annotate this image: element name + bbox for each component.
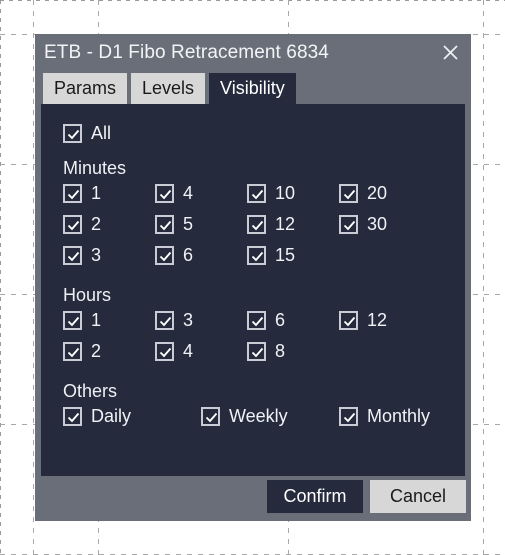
checkbox-box-icon: [247, 246, 266, 265]
checkbox-minute-15[interactable]: 15: [247, 245, 295, 266]
checkbox-label: 4: [183, 183, 194, 203]
checkbox-label: 12: [275, 214, 296, 234]
checkbox-label: 8: [275, 341, 286, 361]
checkbox-label: 5: [183, 214, 194, 234]
checkbox-box-icon: [247, 342, 266, 361]
checkbox-hour-2[interactable]: 2: [63, 341, 101, 362]
checkbox-minute-30[interactable]: 30: [339, 214, 387, 235]
checkbox-label: 6: [183, 245, 194, 265]
checkbox-minute-4[interactable]: 4: [155, 183, 193, 204]
checkbox-label: Weekly: [229, 406, 288, 426]
fibo-retracement-dialog: ETB - D1 Fibo Retracement 6834 Params Le…: [35, 34, 471, 521]
checkbox-box-icon: [155, 184, 174, 203]
minutes-checkbox-grid: 1 2 3 4 5 6 10 12 15 20 30: [63, 183, 465, 276]
checkbox-box-icon: [63, 311, 82, 330]
checkbox-label: 3: [183, 310, 194, 330]
checkbox-hour-4[interactable]: 4: [155, 341, 193, 362]
checkbox-monthly[interactable]: Monthly: [339, 406, 430, 427]
checkbox-minute-12[interactable]: 12: [247, 214, 295, 235]
checkbox-box-icon: [63, 124, 82, 143]
checkbox-label: 1: [91, 183, 102, 203]
checkbox-box-icon: [63, 407, 82, 426]
checkbox-label: 6: [275, 310, 286, 330]
checkbox-box-icon: [201, 407, 220, 426]
checkbox-box-icon: [247, 311, 266, 330]
checkbox-hour-12[interactable]: 12: [339, 310, 387, 331]
all-row: All: [63, 118, 465, 149]
section-label-hours: Hours: [63, 285, 112, 305]
checkbox-label: Monthly: [367, 406, 431, 426]
checkbox-minute-20[interactable]: 20: [339, 183, 387, 204]
checkbox-box-icon: [155, 215, 174, 234]
checkbox-box-icon: [155, 311, 174, 330]
checkbox-label: 4: [183, 341, 194, 361]
checkbox-minute-1[interactable]: 1: [63, 183, 101, 204]
dialog-title: ETB - D1 Fibo Retracement 6834: [44, 41, 329, 63]
checkbox-box-icon: [155, 342, 174, 361]
checkbox-label: 15: [275, 245, 296, 265]
visibility-panel: All Minutes 1 2 3 4 5 6 10 12 15 20 30 H…: [41, 104, 465, 476]
checkbox-all[interactable]: All: [63, 123, 111, 144]
checkbox-daily[interactable]: Daily: [63, 406, 131, 427]
checkbox-box-icon: [247, 215, 266, 234]
checkbox-hour-8[interactable]: 8: [247, 341, 285, 362]
checkbox-label: 20: [367, 183, 388, 203]
checkbox-label: 2: [91, 214, 102, 234]
checkbox-box-icon: [339, 311, 358, 330]
section-label-others: Others: [63, 381, 118, 401]
checkbox-minute-3[interactable]: 3: [63, 245, 101, 266]
tab-params[interactable]: Params: [43, 73, 128, 104]
checkbox-label: Daily: [91, 406, 132, 426]
checkbox-box-icon: [339, 215, 358, 234]
dialog-tabstrip: Params Levels Visibility: [35, 71, 471, 104]
checkbox-minute-5[interactable]: 5: [155, 214, 193, 235]
checkbox-label: 3: [91, 245, 102, 265]
checkbox-label: All: [91, 123, 112, 143]
checkbox-box-icon: [63, 246, 82, 265]
checkbox-label: 12: [367, 310, 388, 330]
checkbox-minute-10[interactable]: 10: [247, 183, 295, 204]
checkbox-label: 2: [91, 341, 102, 361]
checkbox-box-icon: [339, 407, 358, 426]
section-label-minutes: Minutes: [63, 158, 127, 178]
cancel-button[interactable]: Cancel: [370, 480, 466, 513]
checkbox-box-icon: [63, 184, 82, 203]
checkbox-box-icon: [339, 184, 358, 203]
checkbox-hour-3[interactable]: 3: [155, 310, 193, 331]
checkbox-box-icon: [63, 215, 82, 234]
checkbox-hour-1[interactable]: 1: [63, 310, 101, 331]
checkbox-box-icon: [63, 342, 82, 361]
confirm-button[interactable]: Confirm: [267, 480, 363, 513]
dialog-titlebar: ETB - D1 Fibo Retracement 6834: [35, 34, 471, 71]
checkbox-minute-2[interactable]: 2: [63, 214, 101, 235]
tab-levels[interactable]: Levels: [131, 73, 206, 104]
dialog-footer: Confirm Cancel: [35, 476, 471, 521]
hours-checkbox-grid: 1 2 3 4 6 8 12: [63, 310, 465, 372]
close-icon[interactable]: [435, 38, 465, 68]
checkbox-weekly[interactable]: Weekly: [201, 406, 288, 427]
checkbox-box-icon: [155, 246, 174, 265]
tab-visibility[interactable]: Visibility: [209, 73, 296, 104]
checkbox-label: 10: [275, 183, 296, 203]
checkbox-hour-6[interactable]: 6: [247, 310, 285, 331]
checkbox-box-icon: [247, 184, 266, 203]
checkbox-label: 1: [91, 310, 102, 330]
checkbox-label: 30: [367, 214, 388, 234]
checkbox-minute-6[interactable]: 6: [155, 245, 193, 266]
others-checkbox-grid: Daily Weekly Monthly: [63, 406, 465, 437]
